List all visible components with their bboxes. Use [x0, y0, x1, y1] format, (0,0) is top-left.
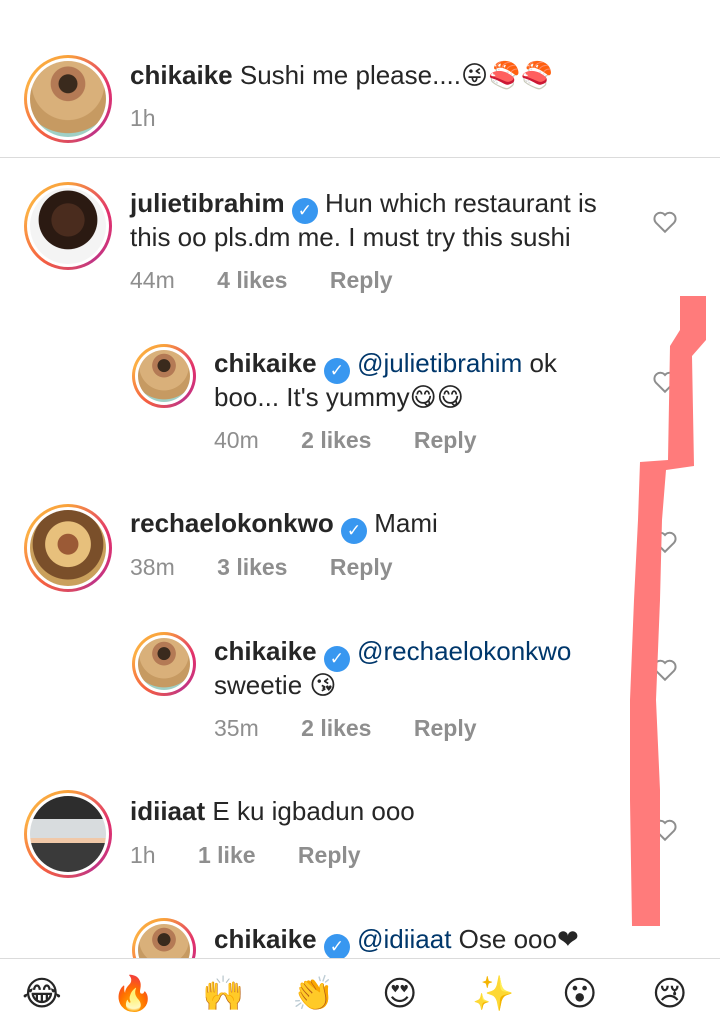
reply-text-row: chikaike ✓ @rechaelokonkwo [214, 634, 571, 672]
comment-time: 1h [130, 105, 156, 131]
heart-outline-icon[interactable] [652, 210, 678, 234]
comment-text: E ku igbadun ooo [212, 796, 415, 826]
reaction-emoji-heart-eyes[interactable]: 😍 [382, 977, 417, 1011]
heart-outline-icon[interactable] [652, 530, 678, 554]
avatar-chikaike[interactable] [132, 632, 196, 696]
heart-outline-icon[interactable] [652, 370, 678, 394]
reaction-emoji-raised-hands[interactable]: 🙌 [202, 977, 244, 1011]
comment-time: 1h [130, 842, 156, 868]
reply-likes[interactable]: 2 likes [301, 715, 371, 741]
comment-time: 38m [130, 554, 175, 580]
avatar-chikaike[interactable] [132, 344, 196, 408]
reaction-emoji-sad[interactable]: 😢 [652, 977, 687, 1011]
comment-username[interactable]: julietibrahim [130, 188, 285, 218]
heart-outline-icon[interactable] [652, 658, 678, 682]
reply-meta: 40m 2 likes Reply [214, 425, 477, 455]
avatar-chikaike[interactable] [24, 55, 112, 143]
reply-time: 40m [214, 427, 259, 453]
comment-time: 44m [130, 267, 175, 293]
verified-icon: ✓ [340, 518, 367, 544]
comment-meta: 1h 1 like Reply [130, 840, 361, 870]
caption-divider [0, 157, 720, 158]
reply-button[interactable]: Reply [330, 554, 393, 580]
comment-meta: 38m 3 likes Reply [130, 552, 393, 582]
reply-username[interactable]: chikaike [214, 924, 317, 954]
comment-likes[interactable]: 1 like [198, 842, 256, 868]
mention-link[interactable]: @julietibrahim [357, 348, 522, 378]
reply-likes[interactable]: 2 likes [301, 427, 371, 453]
comment-likes[interactable]: 4 likes [217, 267, 287, 293]
reaction-emoji-laugh[interactable]: 😂 [22, 977, 62, 1011]
reply-meta: 35m 2 likes Reply [214, 713, 477, 743]
reaction-emoji-clap[interactable]: 👏 [292, 977, 334, 1011]
comment-username[interactable]: chikaike [130, 60, 233, 90]
reply-username[interactable]: chikaike [214, 348, 317, 378]
comment-text-line2: this oo pls.dm me. I must try this sushi [130, 222, 571, 252]
reply-text-line2: boo... It's yummy😋😋 [214, 382, 464, 412]
emoji-reaction-bar: 😂 🔥 🙌 👏 😍 ✨ 😮 😢 [0, 958, 720, 1011]
verified-icon: ✓ [323, 934, 350, 960]
reply-text-line2: sweetie 😘 [214, 670, 337, 700]
reply-button[interactable]: Reply [414, 427, 477, 453]
comment-text: Mami [374, 508, 438, 538]
heart-outline-icon[interactable] [652, 818, 678, 842]
comment-text-row: idiiaat E ku igbadun ooo [130, 794, 415, 828]
avatar-rechaelokonkwo[interactable] [24, 504, 112, 592]
comment-meta: 44m 4 likes Reply [130, 265, 393, 295]
reply-text-row: chikaike ✓ @idiiaat Ose ooo❤ [214, 922, 579, 960]
reply-time: 35m [214, 715, 259, 741]
comment-text-row: rechaelokonkwo ✓ Mami [130, 506, 438, 544]
reply-username[interactable]: chikaike [214, 636, 317, 666]
reply-text: ok [522, 348, 557, 378]
reply-button[interactable]: Reply [414, 715, 477, 741]
reply-button[interactable]: Reply [330, 267, 393, 293]
avatar-julietibrahim[interactable] [24, 182, 112, 270]
comment-likes[interactable]: 3 likes [217, 554, 287, 580]
avatar-idiiaat[interactable] [24, 790, 112, 878]
reply-button[interactable]: Reply [298, 842, 361, 868]
reaction-emoji-sparkles[interactable]: ✨ [472, 977, 514, 1011]
reaction-emoji-surprised[interactable]: 😮 [562, 977, 597, 1011]
mention-link[interactable]: @idiiaat [357, 924, 451, 954]
comment-text: Hun which restaurant is [325, 188, 597, 218]
reply-text: Ose ooo❤ [451, 924, 579, 954]
reply-text-row: chikaike ✓ @julietibrahim ok [214, 346, 557, 384]
comment-text: Sushi me please....😜🍣🍣 [239, 60, 553, 90]
comment-username[interactable]: idiiaat [130, 796, 205, 826]
reaction-emoji-fire[interactable]: 🔥 [112, 977, 154, 1011]
comment-username[interactable]: rechaelokonkwo [130, 508, 334, 538]
comment-text-row: julietibrahim ✓ Hun which restaurant is [130, 186, 597, 224]
mention-link[interactable]: @rechaelokonkwo [357, 636, 571, 666]
comment-text-row: chikaike Sushi me please....😜🍣🍣 [130, 58, 553, 92]
